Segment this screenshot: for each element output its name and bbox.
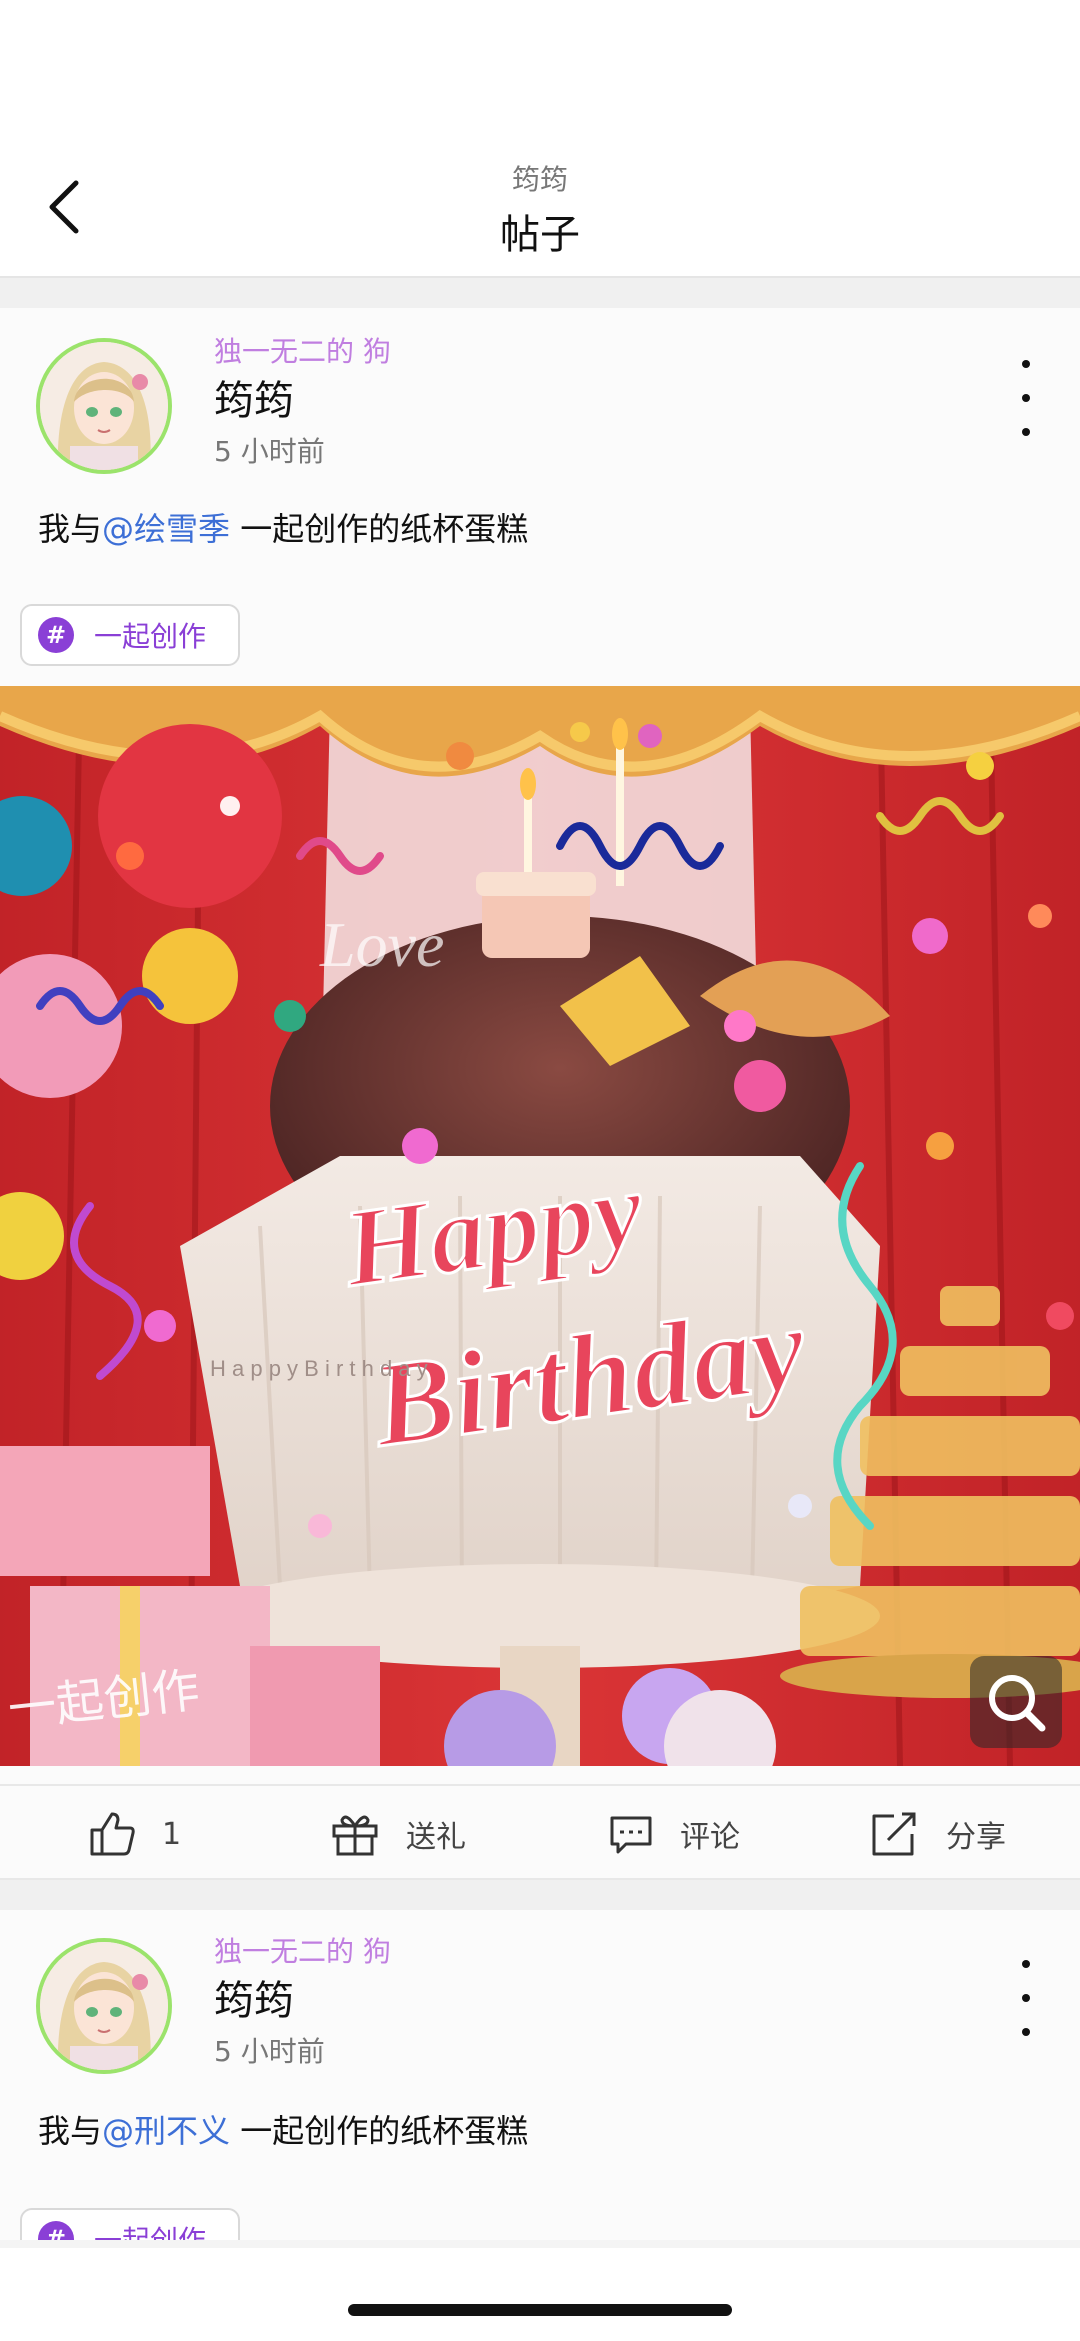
bottom-divider [0,2240,1080,2248]
topic-tag[interactable]: # 一起创作 [20,2208,240,2240]
topic-tag-label: 一起创作 [94,2219,206,2240]
gift-button[interactable]: 送礼 [330,1786,466,1882]
more-dot [1022,394,1030,402]
more-dots-icon [1022,1960,1030,1968]
more-dots-icon [1022,360,1030,368]
post-detail-screen: 筠筠 帖子 独一无二的 狗 筠筠 5 小时前 我与@绘雪季 一起创作的纸杯蛋糕 … [0,0,1080,2341]
post-text-suffix: 一起创作的纸杯蛋糕 [230,510,529,548]
zoom-button[interactable] [970,1656,1062,1748]
group-name[interactable]: 独一无二的 狗 [214,330,391,370]
gift-icon [332,1815,378,1856]
post-text-prefix: 我与 [38,2112,103,2150]
post-time: 5 小时前 [214,2035,325,2068]
post-image[interactable]: Happy Birthday H a p p y B i r t h d a y… [0,686,1080,1766]
page-title: 帖子 [500,212,580,258]
mention-link[interactable]: @刑不义 [102,2112,230,2150]
birthday-cupcake-illustration: Happy Birthday H a p p y B i r t h d a y… [0,686,1080,1766]
header-subtitle: 筠筠 [511,163,568,196]
avatar-illustration [40,1942,168,2070]
post-time: 5 小时前 [214,435,325,468]
author-name[interactable]: 筠筠 [214,368,294,426]
gift-label: 送礼 [406,1820,466,1855]
home-indicator[interactable] [348,2304,732,2316]
post-action-bar: 1 送礼 评论 分享 [0,1784,1080,1880]
post-text: 我与@刑不义 一起创作的纸杯蛋糕 [38,2106,528,2152]
like-button[interactable]: 1 [88,1786,181,1882]
more-options-button[interactable] [1010,1960,1042,2036]
mention-link[interactable]: @绘雪季 [102,510,230,548]
hashtag-icon: # [38,2221,74,2240]
section-divider [0,1880,1080,1910]
more-dot [1022,2028,1030,2036]
share-label: 分享 [946,1820,1006,1855]
thumbs-up-icon [90,1812,135,1856]
share-icon [872,1812,916,1856]
more-dot [1022,428,1030,436]
group-name[interactable]: 独一无二的 狗 [214,1930,391,1970]
post-text: 我与@绘雪季 一起创作的纸杯蛋糕 [38,504,528,550]
image-love-text: Love [319,909,444,980]
section-divider [0,278,1080,308]
post-text-prefix: 我与 [38,510,103,548]
topic-tag[interactable]: # 一起创作 [20,604,240,666]
avatar[interactable] [36,338,172,474]
topic-tag-label: 一起创作 [94,620,207,653]
comment-button[interactable]: 评论 [608,1786,740,1882]
share-button[interactable]: 分享 [868,1786,1006,1882]
avatar-illustration [40,342,168,470]
like-count: 1 [162,1816,182,1852]
comment-icon [610,1816,652,1854]
image-spaced-text: H a p p y B i r t h d a y [210,1356,428,1381]
more-dot [1022,1994,1030,2002]
hashtag-icon: # [38,617,74,653]
author-name[interactable]: 筠筠 [214,1968,294,2026]
more-options-button[interactable] [1010,360,1042,436]
post-card: 独一无二的 狗 筠筠 5 小时前 我与@刑不义 一起创作的纸杯蛋糕 # 一起创作 [0,1910,1080,2240]
post-text-suffix: 一起创作的纸杯蛋糕 [230,2112,529,2150]
magnifier-icon [989,1675,1046,1732]
avatar[interactable] [36,1938,172,2074]
comment-label: 评论 [680,1820,740,1855]
top-nav-bar: 筠筠 帖子 [0,0,1080,278]
